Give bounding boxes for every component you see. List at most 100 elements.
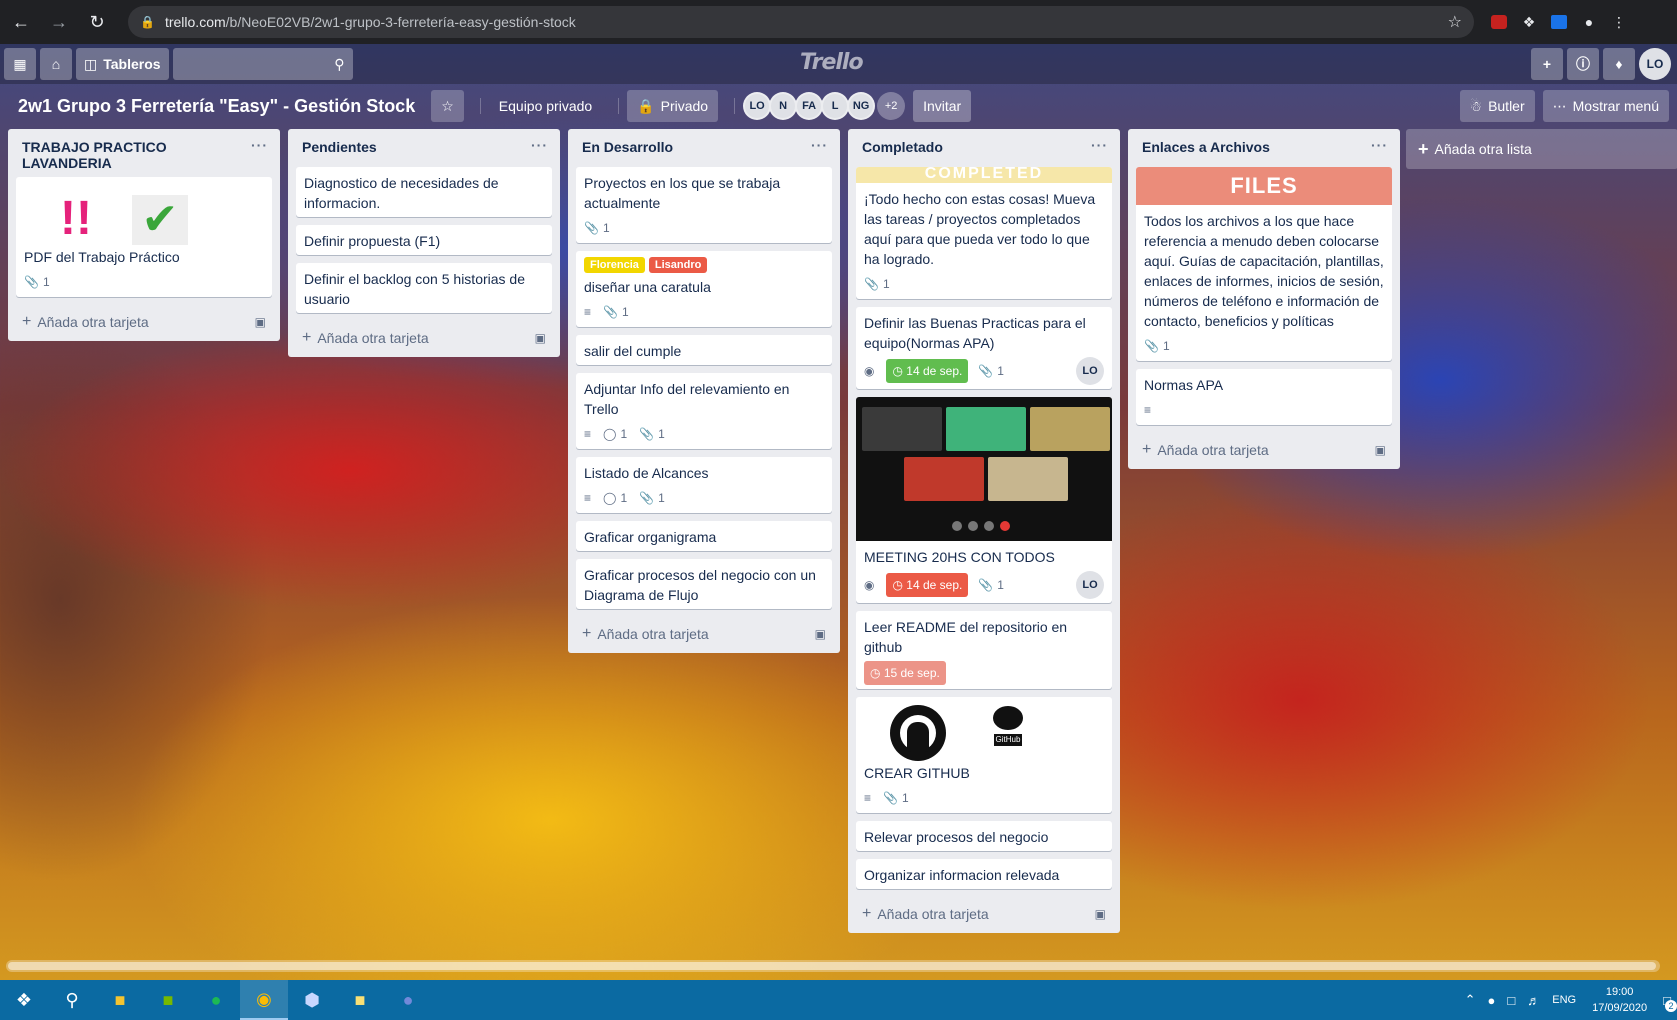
network-icon[interactable]: □ — [1507, 993, 1515, 1008]
list-title[interactable]: TRABAJO PRACTICO LAVANDERIA — [22, 139, 167, 171]
card[interactable]: Graficar organigrama — [576, 521, 832, 551]
list-title[interactable]: Completado — [862, 139, 943, 155]
board-title[interactable]: 2w1 Grupo 3 Ferretería "Easy" - Gestión … — [8, 96, 425, 117]
notification-center-icon[interactable]: □2 — [1663, 993, 1677, 1012]
add-card-button[interactable]: + Añada otra tarjeta ▣ — [8, 305, 280, 337]
boards-button[interactable]: ◫ Tableros — [76, 48, 169, 80]
list-header[interactable]: Pendientes ··· — [288, 129, 560, 167]
card[interactable]: Normas APA ≡ — [1136, 369, 1392, 425]
invite-button[interactable]: Invitar — [913, 90, 972, 122]
volume-icon[interactable]: ♬ — [1527, 993, 1540, 1008]
list-title[interactable]: Pendientes — [302, 139, 377, 155]
chevron-up-icon[interactable]: ⌃ — [1465, 992, 1476, 1008]
forward-icon[interactable]: → — [42, 5, 76, 39]
ublock-extension-icon[interactable] — [1484, 7, 1514, 37]
team-button[interactable]: Equipo privado — [489, 90, 602, 122]
card[interactable]: Diagnostico de necesidades de informacio… — [296, 167, 552, 217]
info-icon[interactable]: ⓘ — [1567, 48, 1599, 80]
reload-icon[interactable]: ↻ — [80, 5, 114, 39]
card-template-icon[interactable]: ▣ — [1095, 907, 1106, 921]
card-template-icon[interactable]: ▣ — [255, 315, 266, 329]
list-header[interactable]: Enlaces a Archivos ··· — [1128, 129, 1400, 167]
discord-icon[interactable]: ● — [384, 980, 432, 1020]
clock[interactable]: 19:00 17/09/2020 — [1592, 984, 1647, 1016]
file-explorer-icon[interactable]: ■ — [96, 980, 144, 1020]
board-horizontal-scrollbar[interactable] — [6, 960, 1660, 972]
apps-grid-icon[interactable]: ▦ — [4, 48, 36, 80]
card-member-avatar[interactable]: LO — [1076, 571, 1104, 599]
card-template-icon[interactable]: ▣ — [535, 331, 546, 345]
card[interactable]: !! ✔ PDF del Trabajo Práctico 📎 1 — [16, 177, 272, 297]
extensions-puzzle-icon[interactable]: ❖ — [1514, 7, 1544, 37]
cast-extension-icon[interactable] — [1544, 7, 1574, 37]
butler-button[interactable]: ☃ Butler — [1459, 90, 1535, 122]
card-member-avatar[interactable]: LO — [1076, 357, 1104, 385]
user-avatar[interactable]: LO — [1639, 48, 1671, 80]
member-avatar[interactable]: FA — [795, 92, 824, 120]
add-card-button[interactable]: + Añada otra tarjeta ▣ — [568, 617, 840, 649]
privacy-button[interactable]: 🔒 Privado — [627, 90, 719, 122]
list-menu-icon[interactable]: ··· — [1371, 137, 1388, 153]
member-avatar[interactable]: L — [821, 92, 850, 120]
card[interactable]: Definir las Buenas Practicas para el equ… — [856, 307, 1112, 389]
card[interactable]: Adjuntar Info del relevamiento en Trello… — [576, 373, 832, 449]
notifications-bell-icon[interactable]: ♦ — [1603, 48, 1635, 80]
card[interactable]: Leer README del repositorio en github ◷ … — [856, 611, 1112, 689]
address-bar[interactable]: 🔒 trello.com /b/NeoE02VB/2w1-grupo-3-fer… — [128, 6, 1474, 38]
scrollbar-thumb[interactable] — [8, 962, 1656, 970]
card[interactable]: COMPLETED ¡Todo hecho con estas cosas! M… — [856, 167, 1112, 299]
add-card-button[interactable]: + Añada otra tarjeta ▣ — [1128, 433, 1400, 465]
add-list-button[interactable]: + Añada otra lista — [1406, 129, 1677, 169]
profile-icon[interactable]: ● — [1574, 7, 1604, 37]
search-input[interactable]: ⚲ — [172, 48, 353, 80]
list-menu-icon[interactable]: ··· — [811, 137, 828, 153]
more-members-button[interactable]: +2 — [877, 92, 906, 120]
list-title[interactable]: Enlaces a Archivos — [1142, 139, 1270, 155]
list-menu-icon[interactable]: ··· — [251, 137, 268, 153]
card-label[interactable]: Lisandro — [648, 257, 708, 273]
microphone-icon[interactable]: ● — [1488, 993, 1496, 1008]
card[interactable]: salir del cumple — [576, 335, 832, 365]
card[interactable]: Organizar informacion relevada — [856, 859, 1112, 889]
back-icon[interactable]: ← — [4, 5, 38, 39]
trello-logo[interactable]: Trello — [800, 50, 864, 75]
home-icon[interactable]: ⌂ — [40, 48, 72, 80]
card[interactable]: FILES Todos los archivos a los que hace … — [1136, 167, 1392, 361]
search-icon[interactable]: ⚲ — [48, 980, 96, 1020]
due-date-badge[interactable]: ◷ 14 de sep. — [886, 359, 969, 383]
card[interactable]: Listado de Alcances ≡ ◯ 1 📎 1 — [576, 457, 832, 513]
card-template-icon[interactable]: ▣ — [815, 627, 826, 641]
due-date-badge[interactable]: ◷ 14 de sep. — [886, 573, 969, 597]
card-template-icon[interactable]: ▣ — [1375, 443, 1386, 457]
show-menu-button[interactable]: ⋯ Mostrar menú — [1542, 90, 1669, 122]
card[interactable]: Proyectos en los que se trabaja actualme… — [576, 167, 832, 243]
card[interactable]: Definir propuesta (F1) — [296, 225, 552, 255]
chrome-icon[interactable]: ◉ — [240, 980, 288, 1020]
chrome-menu-icon[interactable]: ⋮ — [1604, 7, 1634, 37]
member-avatar[interactable]: N — [769, 92, 798, 120]
windows-start-icon[interactable]: ❖ — [0, 980, 48, 1020]
list-header[interactable]: TRABAJO PRACTICO LAVANDERIA ··· — [8, 129, 280, 177]
list-menu-icon[interactable]: ··· — [1091, 137, 1108, 153]
add-card-button[interactable]: + Añada otra tarjeta ▣ — [288, 321, 560, 353]
due-date-badge[interactable]: ◷ 15 de sep. — [864, 661, 946, 685]
card[interactable]: GitHub CREAR GITHUB ≡ 📎 1 — [856, 697, 1112, 813]
create-plus-icon[interactable]: + — [1531, 48, 1563, 80]
card[interactable]: Graficar procesos del negocio con un Dia… — [576, 559, 832, 609]
notes-app-icon[interactable]: ■ — [336, 980, 384, 1020]
member-avatar[interactable]: NG — [847, 92, 876, 120]
bookmark-star-icon[interactable]: ☆ — [1448, 12, 1462, 32]
list-header[interactable]: En Desarrollo ··· — [568, 129, 840, 167]
list-menu-icon[interactable]: ··· — [531, 137, 548, 153]
spotify-icon[interactable]: ● — [192, 980, 240, 1020]
member-avatar[interactable]: LO — [743, 92, 772, 120]
card[interactable]: Relevar procesos del negocio — [856, 821, 1112, 851]
card[interactable]: Definir el backlog con 5 historias de us… — [296, 263, 552, 313]
nvidia-icon[interactable]: ■ — [144, 980, 192, 1020]
card[interactable]: MEETING 20HS CON TODOS ◉ ◷ 14 de sep. 📎 1… — [856, 397, 1112, 603]
list-header[interactable]: Completado ··· — [848, 129, 1120, 167]
card[interactable]: Florencia Lisandro diseñar una caratula … — [576, 251, 832, 327]
app-cube-icon[interactable]: ⬢ — [288, 980, 336, 1020]
list-title[interactable]: En Desarrollo — [582, 139, 673, 155]
card-label[interactable]: Florencia — [584, 257, 645, 273]
